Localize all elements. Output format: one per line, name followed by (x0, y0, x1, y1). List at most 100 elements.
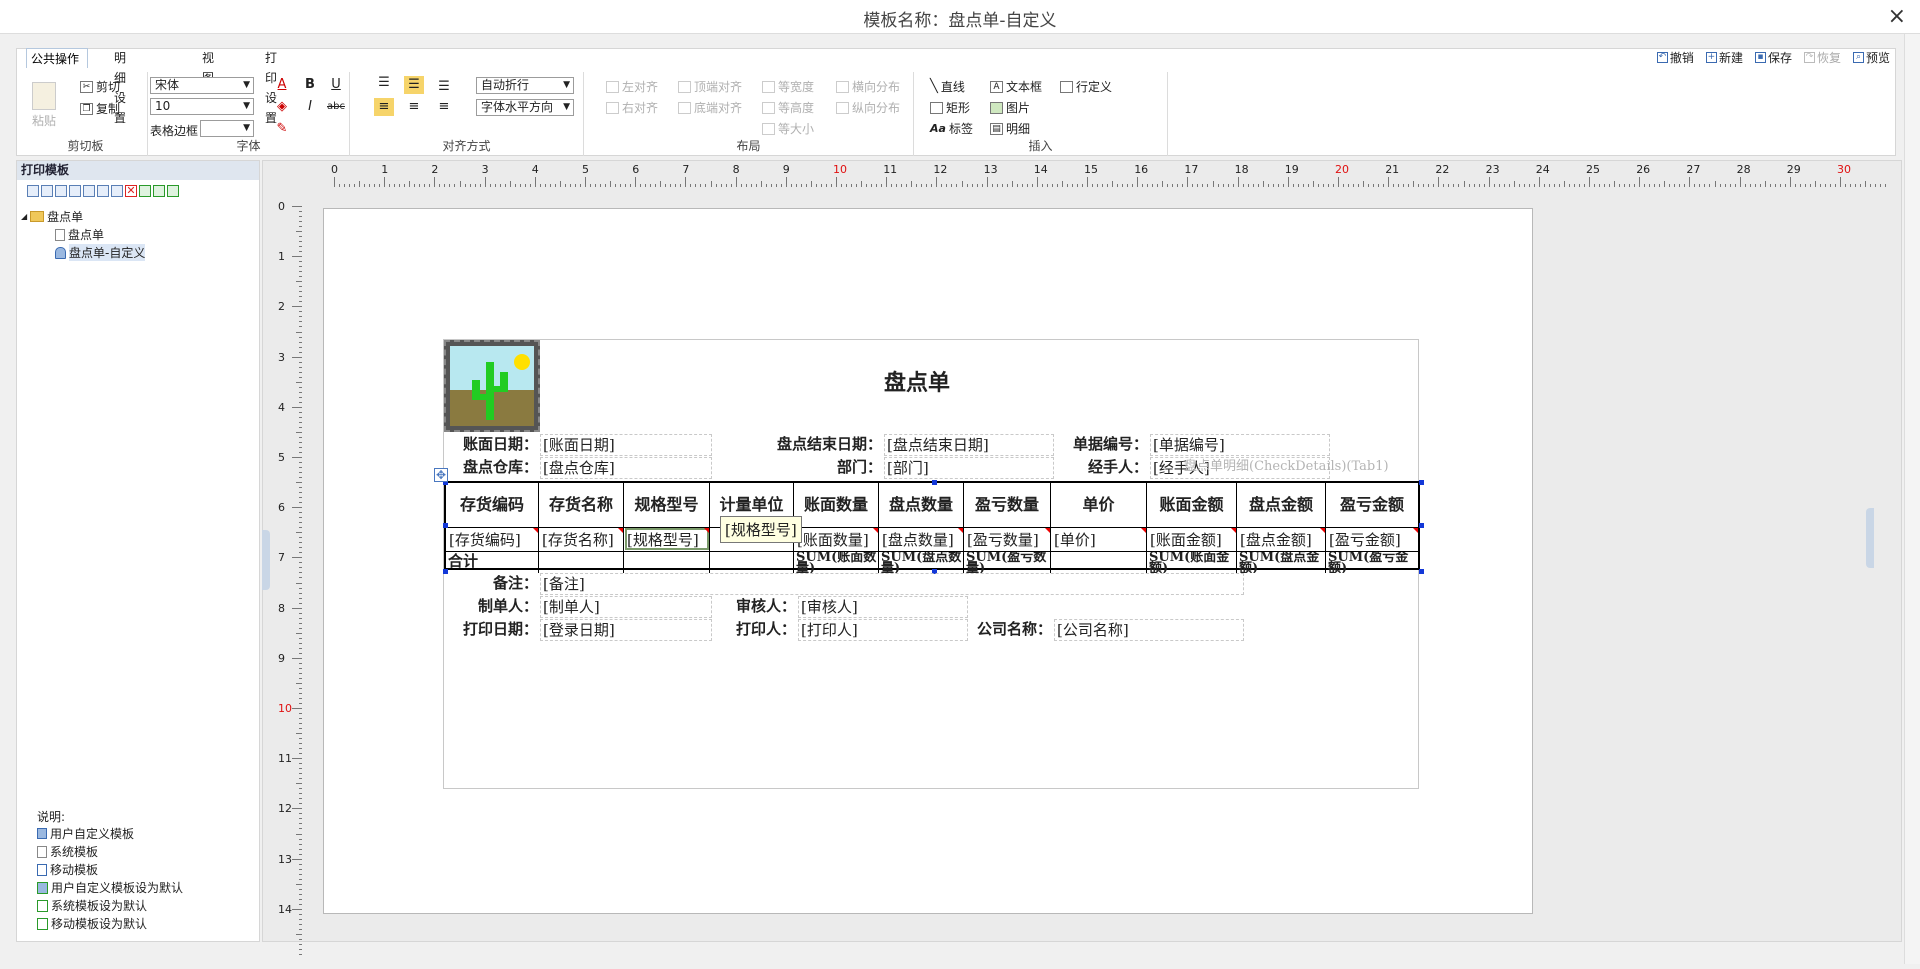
new-button[interactable]: + 新建 (1705, 49, 1743, 66)
report-title[interactable]: 盘点单 (884, 370, 950, 396)
paste-button[interactable]: 粘贴 (32, 82, 56, 129)
close-icon[interactable]: × (1888, 4, 1906, 29)
align-center-icon[interactable]: ≡ (404, 98, 424, 116)
detail-cell[interactable]: [存货编码] (446, 527, 539, 551)
detail-table[interactable]: 存货编码 [存货编码] 存货名称 [存货名称] 规格型号 [规格型号] 计量单位 账面数量 [账… (443, 480, 1424, 574)
insert-image-button[interactable]: 图片 (990, 99, 1030, 116)
detail-cell[interactable]: [存货名称] (539, 527, 624, 551)
align-top-icon[interactable]: ☰ (374, 74, 394, 92)
field-company[interactable]: [公司名称] (1054, 619, 1244, 641)
tab-common[interactable]: 公共操作 (26, 48, 88, 68)
tab-print-settings[interactable]: 打印设置 (261, 48, 281, 125)
detail-cell[interactable]: [盘点金额] (1237, 527, 1326, 551)
right-splitter-handle[interactable] (1866, 508, 1874, 568)
field-maker[interactable]: [制单人] (540, 596, 712, 618)
label-print-date[interactable]: 打印日期： (444, 619, 538, 639)
align-top-button[interactable]: 顶端对齐 (678, 78, 742, 95)
sum-cell[interactable]: SUM(盈亏金额) (1326, 551, 1418, 573)
label-end-date[interactable]: 盘点结束日期： (712, 434, 882, 454)
tree-root[interactable]: ◢ 盘点单 (21, 208, 83, 225)
label-handler[interactable]: 经手人： (1054, 457, 1148, 477)
label-maker[interactable]: 制单人： (444, 596, 538, 616)
detail-cell[interactable]: [账面金额] (1147, 527, 1237, 551)
rename-icon[interactable] (111, 185, 123, 197)
insert-detail-button[interactable]: ▤ 明细 (990, 120, 1030, 137)
label-printer[interactable]: 打印人： (712, 619, 796, 639)
insert-label-button[interactable]: Aa 标签 (930, 120, 973, 137)
tab-detail-settings[interactable]: 明细设置 (110, 48, 130, 125)
column-header[interactable]: 账面数量 (794, 483, 879, 527)
label-book-date[interactable]: 账面日期： (444, 434, 538, 454)
preview-button[interactable]: ⌕ 预览 (1852, 49, 1890, 66)
column-header[interactable]: 存货编码 (446, 483, 539, 527)
label-remark[interactable]: 备注： (444, 573, 538, 593)
resize-handle[interactable] (1419, 480, 1424, 485)
sum-cell[interactable] (710, 551, 794, 573)
align-right-icon[interactable]: ≡ (434, 98, 454, 116)
tree-item-custom[interactable]: 盘点单-自定义 (55, 244, 146, 261)
resize-handle[interactable] (1419, 569, 1424, 574)
set-default-icon[interactable] (83, 185, 95, 197)
detail-cell[interactable]: [单价] (1051, 527, 1147, 551)
sum-cell[interactable]: SUM(账面数量) (794, 551, 879, 573)
column-header[interactable]: 存货名称 (539, 483, 624, 527)
fill-color-icon[interactable]: ◈ (272, 98, 292, 116)
move-table-icon[interactable]: ✥ (434, 468, 448, 482)
logo-image[interactable] (444, 340, 540, 432)
field-department[interactable]: [部门] (884, 457, 1054, 479)
same-width-button[interactable]: 等宽度 (762, 78, 814, 95)
insert-textbox-button[interactable]: A 文本框 (990, 78, 1042, 95)
label-checker[interactable]: 审核人： (712, 596, 796, 616)
refresh-icon[interactable] (167, 185, 179, 197)
reset-icon[interactable] (97, 185, 109, 197)
detail-cell[interactable]: [盘点数量] (879, 527, 964, 551)
same-height-button[interactable]: 等高度 (762, 99, 814, 116)
align-left-button[interactable]: 左对齐 (606, 78, 658, 95)
new-template-icon[interactable] (27, 185, 39, 197)
detail-cell[interactable]: [盈亏金额] (1326, 527, 1418, 551)
field-print-date[interactable]: [登录日期] (540, 619, 712, 641)
resize-handle[interactable] (932, 480, 937, 485)
distribute-h-button[interactable]: 横向分布 (836, 78, 900, 95)
sum-cell[interactable] (624, 551, 710, 573)
copy-template-icon[interactable] (69, 185, 81, 197)
copy-button[interactable]: ❐ 复制 (80, 100, 120, 117)
distribute-v-button[interactable]: 纵向分布 (836, 99, 900, 116)
sum-cell[interactable]: SUM(盘点数量) (879, 551, 964, 573)
underline-button[interactable]: U (326, 76, 346, 94)
align-middle-icon[interactable]: ☰ (404, 76, 424, 94)
row-define-button[interactable]: 行定义 (1060, 78, 1112, 95)
bold-button[interactable]: B (300, 76, 320, 94)
resize-handle[interactable] (1419, 523, 1424, 528)
resize-handle[interactable] (443, 523, 448, 528)
export-icon[interactable] (153, 185, 165, 197)
label-department[interactable]: 部门： (712, 457, 882, 477)
save-button[interactable]: ▪ 保存 (1754, 49, 1792, 66)
import-icon[interactable] (139, 185, 151, 197)
sum-cell[interactable] (1051, 551, 1147, 573)
italic-button[interactable]: I (300, 98, 320, 116)
strike-button[interactable]: abc (326, 98, 346, 116)
halign-select[interactable]: 字体水平方向 ▼ (476, 99, 574, 116)
insert-rect-button[interactable]: 矩形 (930, 99, 970, 116)
label-company[interactable]: 公司名称： (968, 619, 1052, 639)
vertical-scrollbar[interactable] (1904, 34, 1920, 964)
align-bottom-icon[interactable]: ☰ (434, 78, 454, 96)
field-bill-no[interactable]: [单据编号] (1150, 434, 1330, 456)
save-template-icon[interactable] (41, 185, 53, 197)
detail-cell[interactable]: [盈亏数量] (964, 527, 1051, 551)
column-header[interactable]: 单价 (1051, 483, 1147, 527)
align-right-button[interactable]: 右对齐 (606, 99, 658, 116)
label-bill-no[interactable]: 单据编号： (1054, 434, 1148, 454)
same-size-button[interactable]: 等大小 (762, 120, 814, 137)
field-printer[interactable]: [打印人] (798, 619, 968, 641)
column-header[interactable]: 账面金额 (1147, 483, 1237, 527)
align-left-icon[interactable]: ≡ (374, 98, 394, 116)
font-name-select[interactable]: 宋体 ▼ (150, 77, 254, 94)
save-as-icon[interactable] (55, 185, 67, 197)
left-splitter-handle[interactable] (262, 530, 270, 590)
expand-icon[interactable]: ◢ (21, 212, 27, 221)
field-end-date[interactable]: [盘点结束日期] (884, 434, 1054, 456)
border-color-icon[interactable]: ✎ (272, 120, 292, 138)
field-book-date[interactable]: [账面日期] (540, 434, 712, 456)
